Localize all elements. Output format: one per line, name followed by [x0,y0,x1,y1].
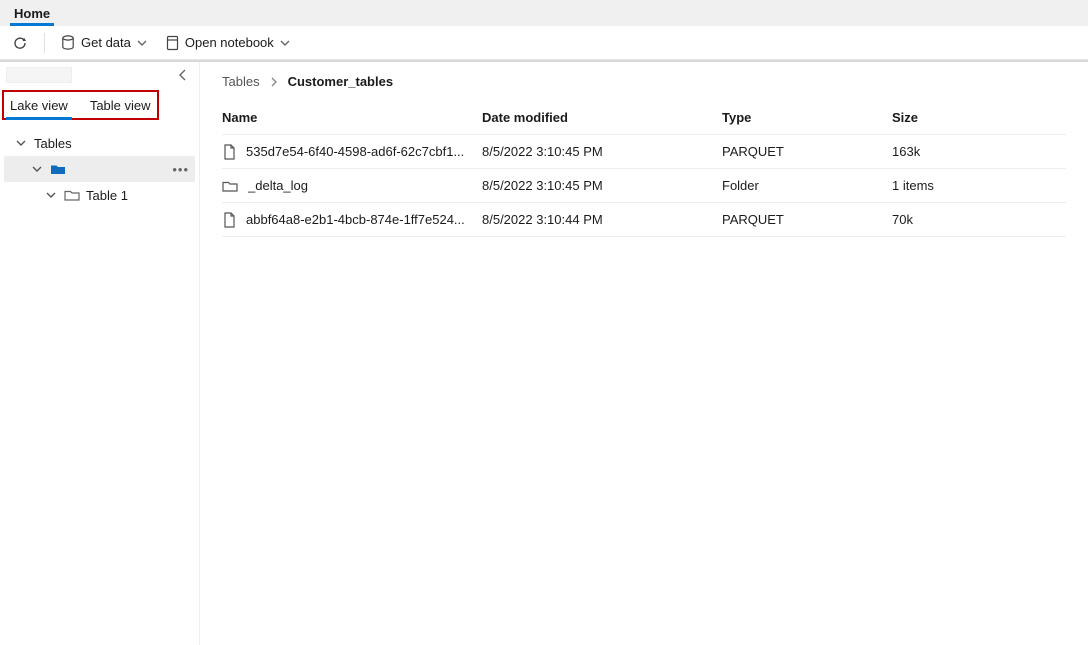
breadcrumb-root[interactable]: Tables [222,74,260,89]
notebook-icon [165,35,179,51]
col-type[interactable]: Type [722,110,892,125]
cell-name: 535d7e54-6f40-4598-ad6f-62c7cbf1... [246,144,464,159]
sidebar: Lake view Table view Tables ••• [0,62,200,645]
cell-size: 163k [892,144,1066,159]
file-table: Name Date modified Type Size 535d7e54-6f… [222,101,1066,237]
more-menu-button[interactable]: ••• [172,162,189,177]
workspace: Lake view Table view Tables ••• [0,60,1088,645]
tree-label: Table 1 [86,188,128,203]
file-icon [222,144,236,160]
get-data-label: Get data [81,35,131,50]
main-panel: Tables Customer_tables Name Date modifie… [200,62,1088,645]
tree-node-customer-tables[interactable]: ••• [4,156,195,182]
cell-modified: 8/5/2022 3:10:44 PM [482,212,722,227]
sidebar-header [0,62,199,88]
col-modified[interactable]: Date modified [482,110,722,125]
get-data-button[interactable]: Get data [55,30,153,56]
table-row[interactable]: _delta_log 8/5/2022 3:10:45 PM Folder 1 … [222,169,1066,203]
chevron-down-icon [280,38,290,48]
tree-label: Tables [34,136,72,151]
chevron-down-icon [44,190,58,200]
ribbon-tabs: Home [0,0,1088,26]
file-icon [222,212,236,228]
ribbon-tab-home[interactable]: Home [6,2,58,26]
breadcrumb: Tables Customer_tables [222,74,1066,89]
table-row[interactable]: 535d7e54-6f40-4598-ad6f-62c7cbf1... 8/5/… [222,135,1066,169]
chevron-left-icon [178,69,188,81]
tree-node-table-1[interactable]: Table 1 [4,182,195,208]
cell-size: 1 items [892,178,1066,193]
collapse-sidebar-button[interactable] [173,65,193,85]
tab-table-view[interactable]: Table view [88,94,153,118]
toolbar: Get data Open notebook [0,26,1088,60]
table-header: Name Date modified Type Size [222,101,1066,135]
refresh-icon [12,35,28,51]
explorer-tree: Tables ••• Table 1 [0,124,199,214]
open-notebook-button[interactable]: Open notebook [159,30,296,56]
breadcrumb-current: Customer_tables [288,74,393,89]
cell-type: Folder [722,178,892,193]
cell-type: PARQUET [722,144,892,159]
folder-icon [64,188,80,202]
folder-open-icon [50,162,66,176]
col-name[interactable]: Name [222,110,482,125]
cell-name: abbf64a8-e2b1-4bcb-874e-1ff7e524... [246,212,465,227]
cell-type: PARQUET [722,212,892,227]
tab-lake-view[interactable]: Lake view [8,94,70,118]
view-tabs-highlight: Lake view Table view [2,90,159,120]
chevron-down-icon [137,38,147,48]
refresh-button[interactable] [6,30,34,56]
folder-icon [222,179,238,193]
table-row[interactable]: abbf64a8-e2b1-4bcb-874e-1ff7e524... 8/5/… [222,203,1066,237]
chevron-down-icon [30,164,44,174]
toolbar-separator [44,33,45,53]
chevron-down-icon [14,138,28,148]
cell-name: _delta_log [248,178,308,193]
open-notebook-label: Open notebook [185,35,274,50]
chevron-right-icon [270,77,278,87]
col-size[interactable]: Size [892,110,1066,125]
tree-node-tables[interactable]: Tables [4,130,195,156]
cell-modified: 8/5/2022 3:10:45 PM [482,178,722,193]
database-icon [61,35,75,51]
cell-modified: 8/5/2022 3:10:45 PM [482,144,722,159]
sidebar-title-chip [6,67,72,83]
cell-size: 70k [892,212,1066,227]
